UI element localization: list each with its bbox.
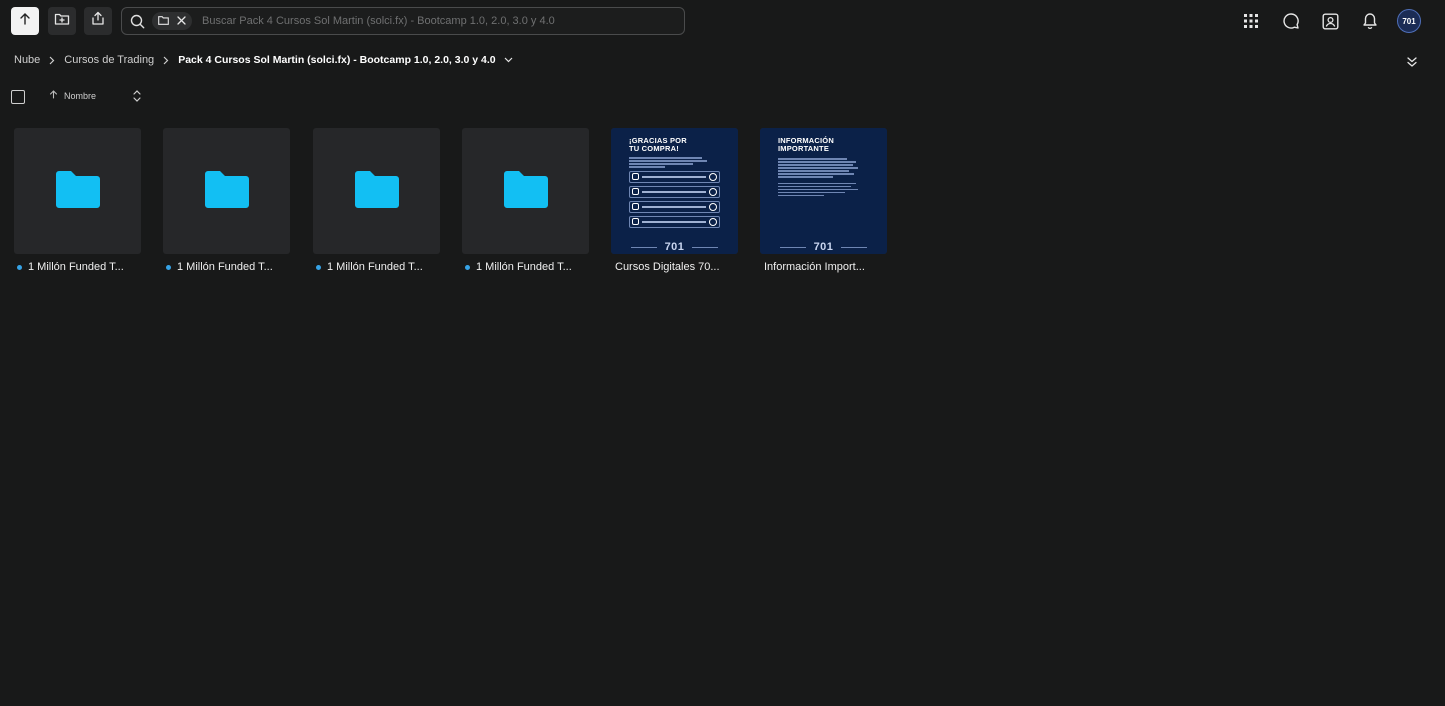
file-tile[interactable]: 1 Millón Funded T...: [462, 128, 589, 274]
chevron-down-icon[interactable]: [504, 57, 513, 63]
sort-order-icon[interactable]: [133, 89, 141, 108]
top-bar: 701: [0, 0, 1445, 42]
poster-thanks: ¡GRACIAS POR TU COMPRA! 701: [611, 128, 738, 254]
upload-button[interactable]: [11, 7, 39, 35]
avatar[interactable]: 701: [1397, 9, 1421, 33]
folder-icon: [158, 12, 169, 30]
sort-by-name[interactable]: Nombre: [49, 90, 96, 101]
poster-logo: 701: [664, 241, 685, 253]
apps-grid-icon[interactable]: [1238, 8, 1264, 34]
chevron-right-icon: [49, 56, 55, 65]
poster-logo: 701: [813, 241, 834, 253]
file-tile[interactable]: 1 Millón Funded T...: [14, 128, 141, 274]
folder-thumbnail[interactable]: [163, 128, 290, 254]
close-icon[interactable]: [177, 12, 186, 30]
search-icon: [122, 14, 152, 29]
file-name: 1 Millón Funded T...: [327, 261, 423, 273]
folder-thumbnail[interactable]: [462, 128, 589, 254]
folder-icon: [353, 168, 401, 215]
search-scope-chip[interactable]: [152, 12, 192, 30]
image-thumbnail[interactable]: INFORMACIÓN IMPORTANTE 701: [760, 128, 887, 254]
folder-thumbnail[interactable]: [14, 128, 141, 254]
folder-icon: [502, 168, 550, 215]
breadcrumb-current[interactable]: Pack 4 Cursos Sol Martin (solci.fx) - Bo…: [178, 54, 495, 66]
file-name: 1 Millón Funded T...: [177, 261, 273, 273]
new-folder-button[interactable]: [48, 7, 76, 35]
file-tile[interactable]: ¡GRACIAS POR TU COMPRA! 701 Cursos Digit…: [611, 128, 738, 274]
search-input[interactable]: [200, 14, 684, 28]
file-tile[interactable]: INFORMACIÓN IMPORTANTE 701 Información I…: [760, 128, 887, 274]
folder-plus-icon: [54, 12, 70, 31]
bell-icon[interactable]: [1357, 8, 1383, 34]
share-button[interactable]: [84, 7, 112, 35]
folder-icon: [203, 168, 251, 215]
poster-title: TU COMPRA!: [629, 144, 679, 153]
arrow-up-icon: [49, 90, 58, 101]
chevron-right-icon: [163, 56, 169, 65]
file-name: Cursos Digitales 70...: [615, 261, 720, 273]
file-name: 1 Millón Funded T...: [28, 261, 124, 273]
breadcrumb-item-cursos[interactable]: Cursos de Trading: [64, 54, 154, 66]
select-all-checkbox[interactable]: [11, 90, 25, 104]
breadcrumb: Nube Cursos de Trading Pack 4 Cursos Sol…: [14, 52, 513, 68]
file-tile[interactable]: 1 Millón Funded T...: [163, 128, 290, 274]
sort-label: Nombre: [64, 90, 97, 101]
poster-title: IMPORTANTE: [778, 144, 830, 153]
sync-status-dot: [316, 264, 321, 270]
sync-status-dot: [465, 264, 470, 270]
selection-bar: [11, 89, 25, 105]
sync-status-dot: [166, 264, 171, 270]
file-name: Información Import...: [764, 261, 865, 273]
folder-icon: [54, 168, 102, 215]
breadcrumb-item-nube[interactable]: Nube: [14, 54, 40, 66]
poster-info: INFORMACIÓN IMPORTANTE 701: [760, 128, 887, 254]
image-thumbnail[interactable]: ¡GRACIAS POR TU COMPRA! 701: [611, 128, 738, 254]
search-bar[interactable]: [121, 7, 685, 35]
double-chevron-down-icon[interactable]: [1402, 54, 1422, 70]
arrow-up-icon: [18, 12, 32, 31]
file-name: 1 Millón Funded T...: [476, 261, 572, 273]
chat-icon[interactable]: [1278, 8, 1304, 34]
contacts-icon[interactable]: [1317, 8, 1343, 34]
share-icon: [91, 11, 105, 31]
folder-thumbnail[interactable]: [313, 128, 440, 254]
file-tile[interactable]: 1 Millón Funded T...: [313, 128, 440, 274]
sync-status-dot: [17, 264, 22, 270]
